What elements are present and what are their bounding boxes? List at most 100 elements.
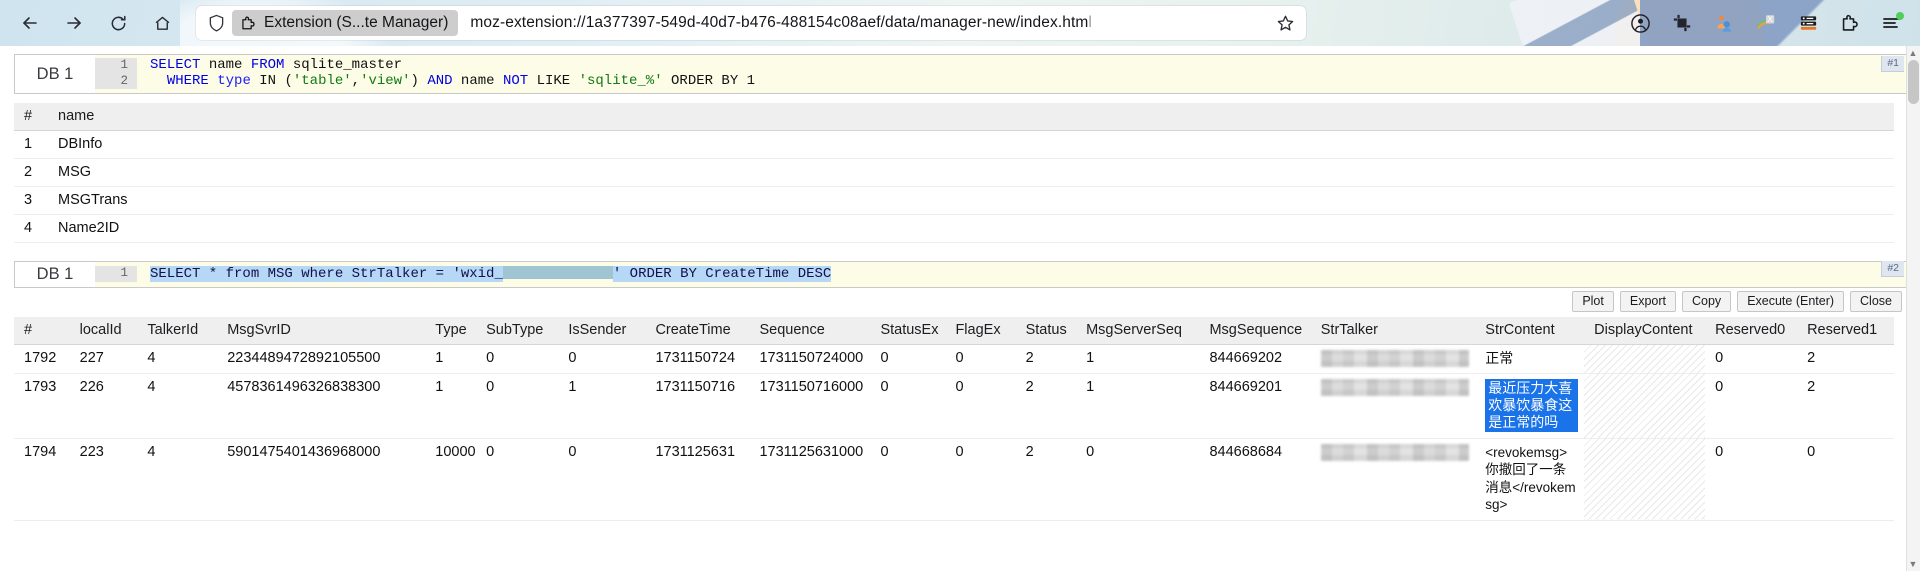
code-text: WHERE type IN ('table','view') AND name … — [137, 74, 755, 90]
puzzle-extension-icon[interactable] — [1832, 6, 1868, 40]
column-header-msgsequence[interactable]: MsgSequence — [1199, 317, 1310, 345]
scroll-up-arrow[interactable]: ▲ — [1908, 48, 1918, 58]
cell-strcontent: <revokemsg>你撤回了一条消息</revokemsg> — [1475, 438, 1584, 520]
cell-flagex: 0 — [945, 438, 1015, 520]
cell-localid: 227 — [70, 344, 138, 373]
cell-strcontent: 最近压力大喜欢暴饮暴食这是正常的吗 — [1475, 373, 1584, 438]
x-extension-icon[interactable]: X — [1748, 6, 1784, 40]
column-header-reserved1[interactable]: Reserved1 — [1797, 317, 1894, 345]
table-row[interactable]: 1793 226 4 4578361496326838300 1 0 1 173… — [14, 373, 1894, 438]
cell-talkerid: 4 — [137, 438, 217, 520]
column-header-statusex[interactable]: StatusEx — [870, 317, 945, 345]
cell-msgsvrid: 5901475401436968000 — [217, 438, 425, 520]
cell-localid: 226 — [70, 373, 138, 438]
cell-msgsequence: 844669202 — [1199, 344, 1310, 373]
cell-msgsequence: 844668684 — [1199, 438, 1310, 520]
line-number: 1 — [95, 58, 137, 74]
column-header-subtype[interactable]: SubType — [476, 317, 558, 345]
cell-flagex: 0 — [945, 344, 1015, 373]
cell-rownum: 1 — [14, 131, 48, 159]
app-menu-icon[interactable] — [1874, 6, 1910, 40]
address-bar[interactable]: Extension (S...te Manager) moz-extension… — [196, 6, 1306, 40]
column-header-rownum[interactable]: # — [14, 103, 48, 131]
column-header-localid[interactable]: localId — [70, 317, 138, 345]
scroll-down-arrow[interactable]: ▼ — [1908, 559, 1918, 569]
table-row[interactable]: 1792 227 4 2234489472892105500 1 0 0 173… — [14, 344, 1894, 373]
column-header-sequence[interactable]: Sequence — [749, 317, 870, 345]
url-text[interactable]: moz-extension://1a377397-549d-40d7-b476-… — [470, 14, 1270, 32]
cell-rownum: 4 — [14, 215, 48, 243]
reload-icon[interactable] — [98, 6, 138, 40]
column-header-strtalker[interactable]: StrTalker — [1311, 317, 1476, 345]
column-header-displaycontent[interactable]: DisplayContent — [1584, 317, 1705, 345]
sql-code-2[interactable]: 1 SELECT * from MSG where StrTalker = 'w… — [95, 262, 1906, 287]
database-extension-icon[interactable] — [1790, 6, 1826, 40]
column-header-name[interactable]: name — [48, 103, 1894, 131]
cell-name: MSG — [48, 159, 1894, 187]
cell-subtype: 0 — [476, 373, 558, 438]
db-label-1: DB 1 — [15, 55, 95, 93]
cell-msgsvrid: 2234489472892105500 — [217, 344, 425, 373]
extension-chip-label: Extension (S...te Manager) — [264, 14, 448, 32]
results-table-1: # name 1 DBInfo 2 MSG 3 MSGTrans 4 Name2… — [14, 103, 1894, 243]
column-header-type[interactable]: Type — [425, 317, 476, 345]
browser-toolbar-icons: X — [1622, 6, 1920, 40]
cell-reserved1: 2 — [1797, 373, 1894, 438]
table-row[interactable]: 3 MSGTrans — [14, 187, 1894, 215]
bookmark-star-icon[interactable] — [1270, 8, 1300, 38]
cell-msgsvrid: 4578361496326838300 — [217, 373, 425, 438]
column-header-issender[interactable]: IsSender — [558, 317, 645, 345]
table-row[interactable]: 1 DBInfo — [14, 131, 1894, 159]
column-header-createtime[interactable]: CreateTime — [645, 317, 749, 345]
close-button[interactable]: Close — [1850, 291, 1902, 312]
cell-type: 1 — [425, 344, 476, 373]
execute-button[interactable]: Execute (Enter) — [1737, 291, 1844, 312]
extension-origin-chip[interactable]: Extension (S...te Manager) — [232, 10, 458, 36]
sqlite-manager-page: DB 1 1 SELECT name FROM sqlite_master 2 … — [0, 46, 1920, 571]
people-extension-icon[interactable] — [1706, 6, 1742, 40]
export-button[interactable]: Export — [1620, 291, 1676, 312]
copy-button[interactable]: Copy — [1682, 291, 1731, 312]
sql-editor-1[interactable]: DB 1 1 SELECT name FROM sqlite_master 2 … — [15, 55, 1906, 93]
screenshot-crop-icon[interactable] — [1664, 6, 1700, 40]
cell-status: 2 — [1016, 344, 1076, 373]
back-arrow-icon[interactable] — [10, 6, 50, 40]
cell-issender: 1 — [558, 373, 645, 438]
shield-icon — [204, 11, 228, 35]
column-header-talkerid[interactable]: TalkerId — [137, 317, 217, 345]
code-text: SELECT name FROM sqlite_master — [137, 58, 402, 74]
column-header-strcontent[interactable]: StrContent — [1475, 317, 1584, 345]
cell-name: DBInfo — [48, 131, 1894, 159]
table-row[interactable]: 2 MSG — [14, 159, 1894, 187]
menu-update-badge — [1896, 12, 1904, 20]
cell-msgserverseq: 1 — [1076, 373, 1199, 438]
column-header-rownum[interactable]: # — [14, 317, 70, 345]
cell-reserved0: 0 — [1705, 373, 1797, 438]
page-scrollbar[interactable]: ▲ ▼ — [1906, 46, 1920, 571]
cell-sequence: 1731150716000 — [749, 373, 870, 438]
column-header-status[interactable]: Status — [1016, 317, 1076, 345]
cell-strtalker — [1311, 344, 1476, 373]
column-header-reserved0[interactable]: Reserved0 — [1705, 317, 1797, 345]
column-header-flagex[interactable]: FlagEx — [945, 317, 1015, 345]
sql-code-1[interactable]: 1 SELECT name FROM sqlite_master 2 WHERE… — [95, 55, 1906, 93]
sql-editor-2[interactable]: DB 1 1 SELECT * from MSG where StrTalker… — [15, 262, 1906, 287]
cell-flagex: 0 — [945, 373, 1015, 438]
forward-arrow-icon[interactable] — [54, 6, 94, 40]
table-row[interactable]: 1794 223 4 5901475401436968000 10000 0 0… — [14, 438, 1894, 520]
line-number: 1 — [95, 266, 137, 282]
cell-subtype: 0 — [476, 438, 558, 520]
column-header-msgsvrid[interactable]: MsgSvrID — [217, 317, 425, 345]
home-icon[interactable] — [142, 6, 182, 40]
cell-type: 1 — [425, 373, 476, 438]
account-icon[interactable] — [1622, 6, 1658, 40]
table-row[interactable]: 4 Name2ID — [14, 215, 1894, 243]
cell-reserved1: 0 — [1797, 438, 1894, 520]
scrollbar-thumb[interactable] — [1908, 60, 1919, 104]
cell-sequence: 1731150724000 — [749, 344, 870, 373]
browser-toolbar: Extension (S...te Manager) moz-extension… — [0, 0, 1920, 46]
column-header-msgserverseq[interactable]: MsgServerSeq — [1076, 317, 1199, 345]
plot-button[interactable]: Plot — [1572, 291, 1614, 312]
cell-statusex: 0 — [870, 344, 945, 373]
sql-selection-part1: SELECT * from MSG where StrTalker = 'wxi… — [150, 266, 503, 282]
